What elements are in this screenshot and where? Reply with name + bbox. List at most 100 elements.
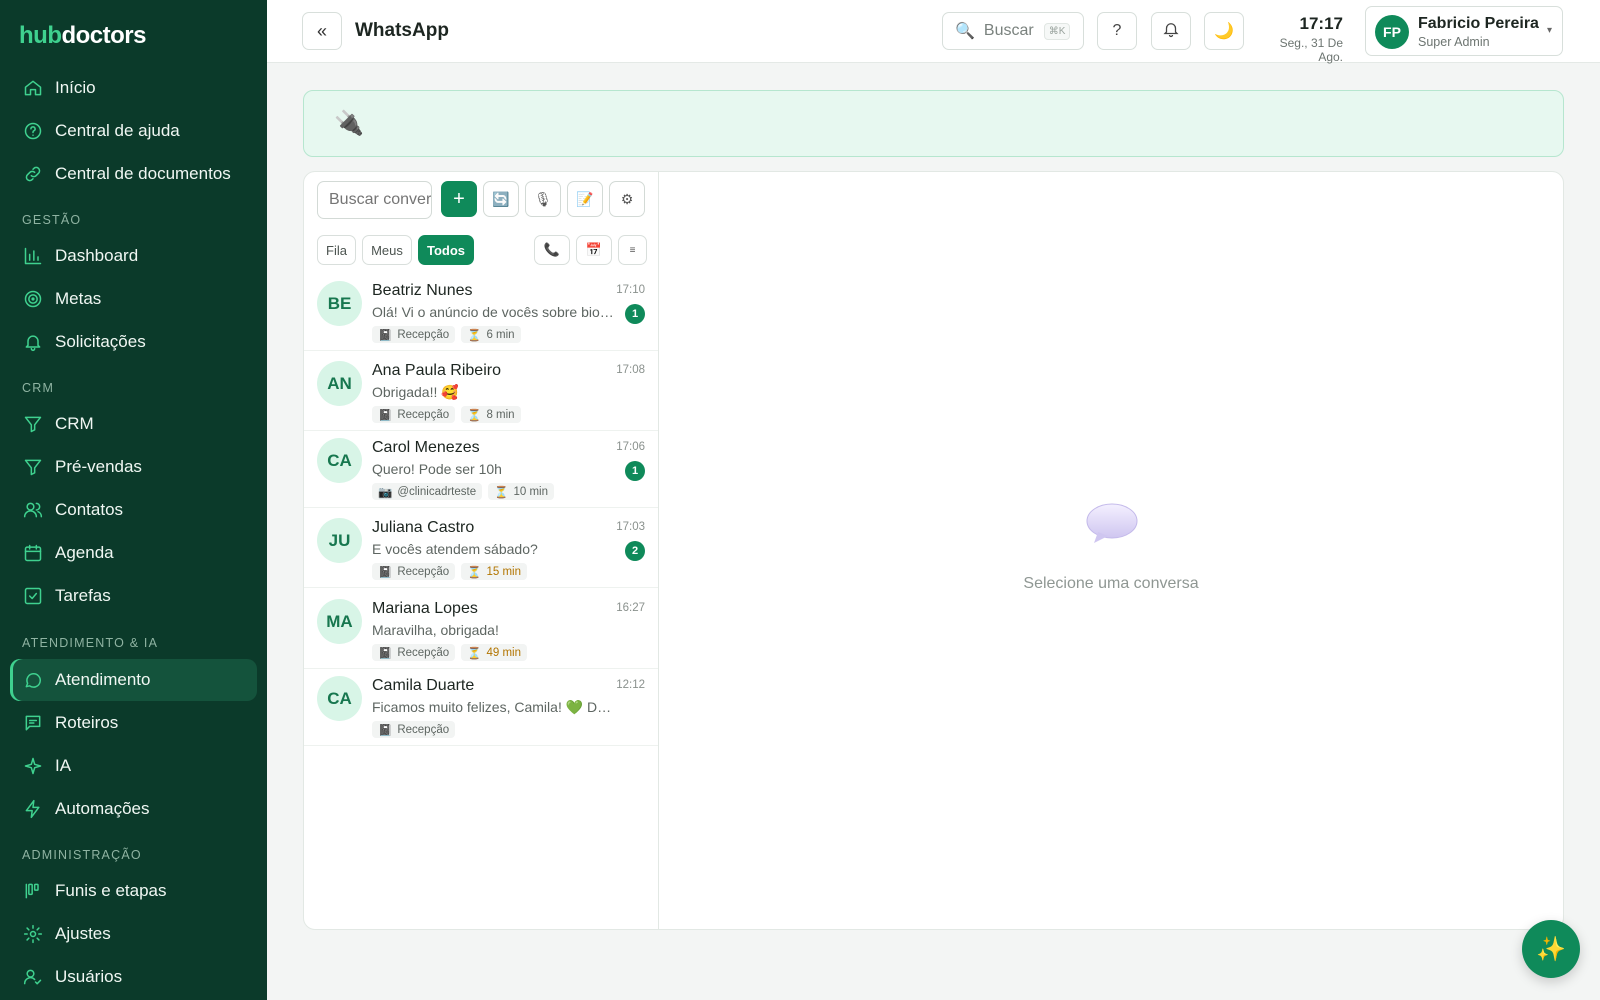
sidebar: hubdoctors Início Central de ajuda Centr… (0, 0, 267, 1000)
camera-icon: 📷 (378, 486, 393, 499)
list-item[interactable]: CA Carol Menezes 17:06 Quero! Pode ser 1… (304, 429, 658, 508)
global-search[interactable]: 🔍 Buscar ⌘K (942, 12, 1084, 50)
sidebar-item-dashboard[interactable]: Dashboard (10, 235, 257, 277)
notes-button[interactable]: 📝 (567, 181, 603, 217)
bar-chart-icon (22, 245, 44, 267)
queue-tag: 📓 Recepção (372, 563, 456, 580)
sidebar-item-roteiros[interactable]: Roteiros (10, 702, 257, 744)
list-item[interactable]: JU Juliana Castro 17:03 E vocês atendem … (304, 509, 658, 588)
tab-meus[interactable]: Meus (362, 235, 412, 265)
message-time: 17:06 (616, 441, 645, 453)
help-circle-icon (22, 120, 44, 142)
refresh-icon: 🔄 (492, 190, 510, 207)
help-button[interactable]: ? (1097, 12, 1137, 50)
home-icon (22, 77, 44, 99)
sidebar-item-label: Ajustes (55, 924, 111, 943)
sidebar-item-label: IA (55, 756, 72, 775)
notifications-button[interactable] (1151, 12, 1191, 50)
chat-icon (22, 669, 44, 691)
sidebar-item-central-de-ajuda[interactable]: Central de ajuda (10, 110, 257, 152)
sidebar-item-pre-vendas[interactable]: Pré-vendas (10, 446, 257, 488)
sidebar-item-label: Pré-vendas (55, 457, 142, 476)
sidebar-item-agenda[interactable]: Agenda (10, 532, 257, 574)
connection-banner: 🔌 (303, 90, 1564, 157)
tab-fila[interactable]: Fila (317, 235, 356, 265)
collapse-sidebar-button[interactable]: « (302, 12, 342, 50)
last-message: Ficamos muito felizes, Camila! 💚 Daqui .… (372, 699, 616, 715)
clock: 17:17 Seg., 31 De Ago. (1256, 14, 1343, 64)
avatar: CA (317, 438, 362, 483)
avatar: FP (1375, 15, 1409, 49)
section-title-gestao: GESTÃO (22, 213, 82, 227)
conversation-tags: 📓 Recepção ⏳ 6 min (372, 326, 521, 343)
moon-icon: 🌙 (1214, 23, 1234, 40)
sidebar-item-central-de-documentos[interactable]: Central de documentos (10, 153, 257, 195)
sidebar-item-atendimento[interactable]: Atendimento (10, 659, 257, 701)
sidebar-item-crm[interactable]: CRM (10, 403, 257, 445)
users-icon (22, 499, 44, 521)
list-item[interactable]: BE Beatriz Nunes 17:10 Olá! Vi o anúncio… (304, 272, 658, 351)
new-conversation-button[interactable]: + (441, 181, 477, 217)
wait-time-tag: ⏳ 15 min (461, 563, 527, 580)
sidebar-item-tarefas[interactable]: Tarefas (10, 575, 257, 617)
funnel-icon (22, 413, 44, 435)
sidebar-item-ia[interactable]: IA (10, 745, 257, 787)
calls-filter-button[interactable]: 📞 (534, 235, 570, 265)
search-label: Buscar (983, 22, 1034, 39)
brand-logo[interactable]: hubdoctors (19, 22, 146, 50)
ai-assistant-button[interactable]: ✨ (1522, 920, 1580, 978)
theme-toggle-button[interactable]: 🌙 (1204, 12, 1244, 50)
section-title-atendimento: ATENDIMENTO & IA (22, 636, 159, 650)
sidebar-item-automacoes[interactable]: Automações (10, 788, 257, 830)
more-filter-button[interactable]: ≡ (618, 235, 647, 265)
list-item[interactable]: AN Ana Paula Ribeiro 17:08 Obrigada!! 🥰 … (304, 352, 658, 431)
book-icon: 📓 (378, 329, 393, 342)
conversation-list-column: + 🔄 🎙 📝 ⚙ Fila Meus Todos 📞 📅 ≡ BE Beatr… (304, 172, 659, 929)
list-item[interactable]: MA Mariana Lopes 16:27 Maravilha, obriga… (304, 590, 658, 669)
queue-tag: 📓 Recepção (372, 406, 456, 423)
wait-time-tag: ⏳ 8 min (461, 406, 521, 423)
user-menu[interactable]: FP Fabricio Pereira Super Admin ▾ (1365, 6, 1563, 56)
sidebar-item-label: Metas (55, 289, 102, 308)
sidebar-item-metas[interactable]: Metas (10, 278, 257, 320)
sidebar-item-usuarios[interactable]: Usuários (10, 956, 257, 998)
avatar: CA (317, 676, 362, 721)
hourglass-icon: ⏳ (467, 329, 482, 342)
tab-todos[interactable]: Todos (418, 235, 474, 265)
conversation-tags: 📓 Recepção ⏳ 8 min (372, 406, 521, 423)
sidebar-item-funis-e-etapas[interactable]: Funis e etapas (10, 870, 257, 912)
section-title-crm: CRM (22, 381, 55, 395)
settings-button[interactable]: ⚙ (609, 181, 645, 217)
contact-name: Juliana Castro (372, 519, 475, 536)
hourglass-icon: ⏳ (467, 647, 482, 660)
conversation-search-input[interactable] (317, 181, 432, 219)
sidebar-item-label: Roteiros (55, 713, 119, 732)
gear-icon: ⚙ (620, 190, 634, 207)
bell-icon (1162, 20, 1180, 43)
sidebar-item-solicitacoes[interactable]: Solicitações (10, 321, 257, 363)
avatar: AN (317, 361, 362, 406)
refresh-button[interactable]: 🔄 (483, 181, 519, 217)
chat-panel: + 🔄 🎙 📝 ⚙ Fila Meus Todos 📞 📅 ≡ BE Beatr… (303, 171, 1564, 930)
checkbox-icon (22, 585, 44, 607)
sidebar-item-contatos[interactable]: Contatos (10, 489, 257, 531)
contact-name: Carol Menezes (372, 439, 480, 456)
conversation-tags: 📓 Recepção (372, 721, 456, 738)
list-item[interactable]: CA Camila Duarte 12:12 Ficamos muito fel… (304, 667, 658, 746)
calendar-icon (22, 542, 44, 564)
section-title-administracao: ADMINISTRAÇÃO (22, 848, 142, 862)
microphone-button[interactable]: 🎙 (525, 181, 561, 217)
conversation-tags: 📷 @clinicadrteste ⏳ 10 min (372, 483, 554, 500)
plug-icon: 🔌 (334, 110, 364, 137)
user-name: Fabricio Pereira (1418, 15, 1539, 32)
link-icon (22, 163, 44, 185)
wait-time-tag: ⏳ 10 min (488, 483, 554, 500)
funnel-icon (22, 456, 44, 478)
sidebar-item-inicio[interactable]: Início (10, 67, 257, 109)
sidebar-item-ajustes[interactable]: Ajustes (10, 913, 257, 955)
calendar-filter-button[interactable]: 📅 (576, 235, 612, 265)
avatar: MA (317, 599, 362, 644)
last-message: Obrigada!! 🥰 (372, 384, 459, 400)
sidebar-item-label: Automações (55, 799, 150, 818)
kanban-icon (22, 880, 44, 902)
